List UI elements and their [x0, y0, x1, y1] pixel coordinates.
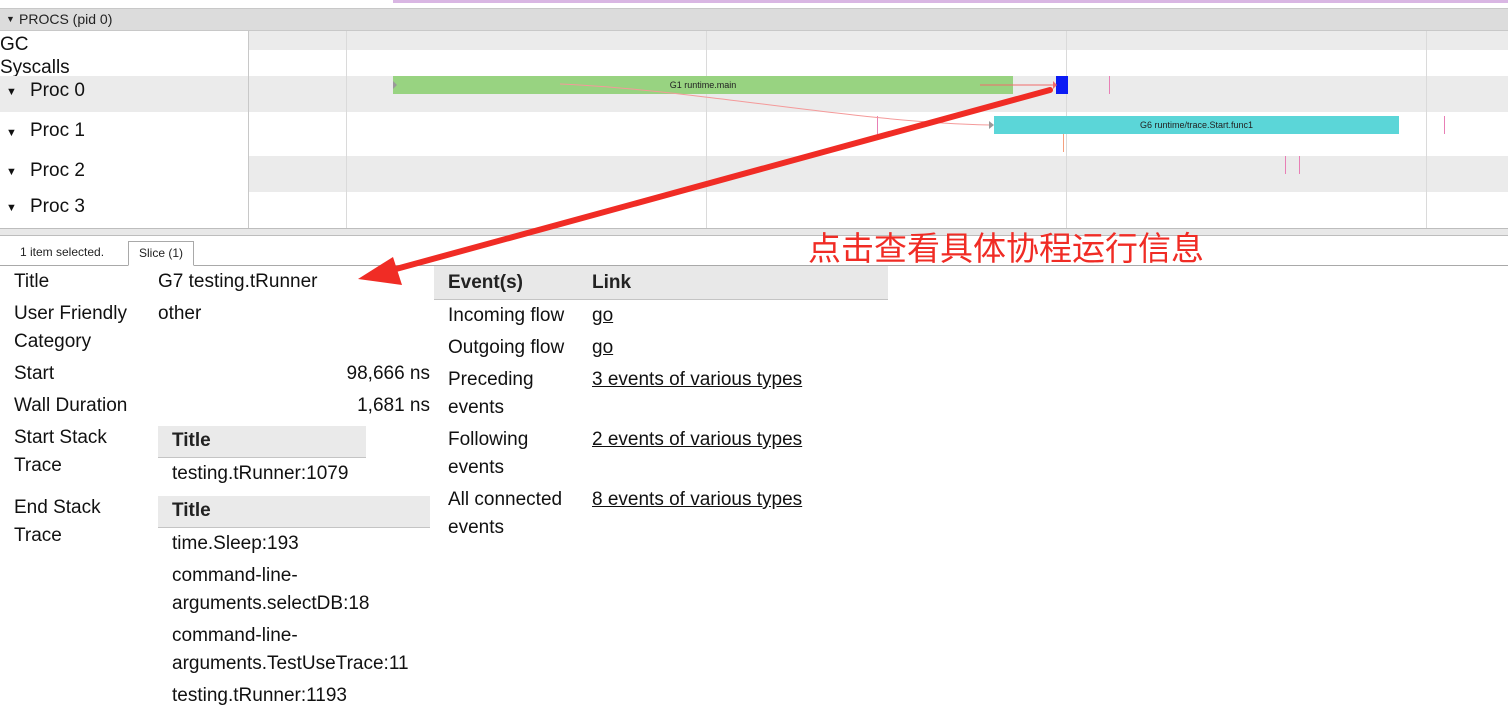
link-row-event: events: [448, 517, 504, 538]
link-row-event: events: [448, 397, 504, 418]
timeline-view[interactable]: ▼ PROCS (pid 0) GC Syscalls ▼ Proc 0 ▼ P…: [0, 0, 1508, 228]
end-stack-frame: command-line-: [172, 565, 298, 586]
link-row-event: Following: [448, 429, 529, 450]
analysis-tab-bar: 1 item selected. Slice (1): [0, 236, 1508, 266]
links-col-events: Event(s): [448, 272, 523, 293]
start-stack-frame: testing.tRunner:1079: [172, 463, 349, 484]
flow-arrowhead: [1053, 81, 1057, 89]
link-row-event: Preceding: [448, 369, 534, 390]
end-stack-frame: testing.tRunner:1193: [172, 685, 347, 706]
start-stack-header-title: Title: [172, 430, 211, 451]
detail-category-label-2: Category: [14, 331, 92, 352]
flow-arrow-incoming: [559, 83, 991, 126]
detail-wall-duration-label: Wall Duration: [14, 395, 128, 416]
link-incoming-flow[interactable]: go: [592, 302, 613, 330]
detail-wall-duration-value: 1,681 ns: [357, 395, 430, 416]
link-row-event: Incoming flow: [448, 305, 565, 326]
flow-arrows: [393, 81, 1057, 129]
detail-title-label: Title: [14, 271, 50, 292]
panel-divider[interactable]: [0, 228, 1508, 236]
detail-start-value: 98,666 ns: [346, 363, 430, 384]
end-stack-table-header: Title: [158, 496, 430, 528]
end-stack-frame: time.Sleep:193: [172, 533, 299, 554]
detail-start-label: Start: [14, 363, 55, 384]
detail-category-label-1: User Friendly: [14, 303, 127, 324]
links-table-header: Event(s) Link: [434, 266, 888, 300]
link-row-event: All connected: [448, 489, 563, 510]
selection-count: 1 item selected.: [20, 245, 105, 259]
detail-category-value: other: [158, 303, 202, 324]
flow-arrowhead: [393, 81, 397, 89]
flow-arrowhead: [989, 121, 994, 129]
detail-end-stack-label-2: Trace: [14, 525, 62, 546]
detail-title-value: G7 testing.tRunner: [158, 271, 318, 292]
link-following-events[interactable]: 2 events of various types: [592, 426, 802, 454]
detail-end-stack-label-1: End Stack: [14, 497, 101, 518]
link-outgoing-flow[interactable]: go: [592, 334, 613, 362]
detail-start-stack-label-2: Trace: [14, 455, 62, 476]
detail-start-stack-label-1: Start Stack: [14, 427, 107, 448]
link-preceding-events[interactable]: 3 events of various types: [592, 366, 802, 394]
annotation-text: 点击查看具体协程运行信息: [808, 229, 1204, 268]
end-stack-frame: command-line-: [172, 625, 298, 646]
end-stack-frame: arguments.selectDB:18: [172, 593, 370, 614]
link-row-event: Outgoing flow: [448, 337, 565, 358]
link-all-connected-events[interactable]: 8 events of various types: [592, 486, 802, 514]
link-row-event: events: [448, 457, 504, 478]
end-stack-header-title: Title: [172, 500, 211, 521]
links-col-link: Link: [592, 272, 632, 293]
tab-slice[interactable]: Slice (1): [128, 241, 194, 266]
end-stack-frame: arguments.TestUseTrace:11: [172, 653, 409, 674]
start-stack-table-header: Title: [158, 426, 366, 458]
